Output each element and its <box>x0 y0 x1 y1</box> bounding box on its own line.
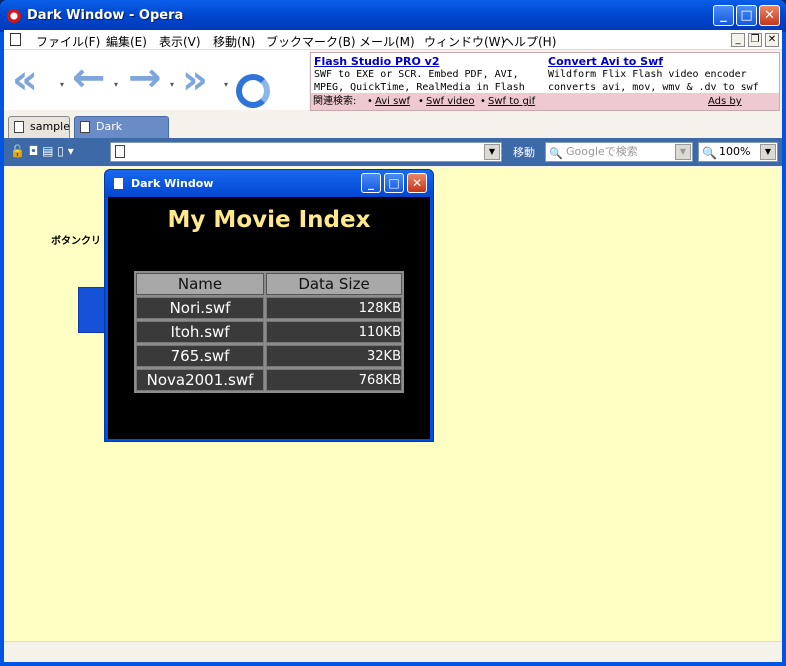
menu-file[interactable]: ファイル(F) <box>36 33 100 50</box>
forward-icon[interactable]: → <box>128 58 162 98</box>
related-search-bar: 関連検索: • Avi swf • Swf video • Swf to gif… <box>311 93 779 124</box>
print-icon[interactable]: ▤ <box>42 144 53 158</box>
document-icon[interactable] <box>10 33 21 46</box>
menu-edit[interactable]: 編集(E) <box>106 33 147 50</box>
column-header-data-size: Data Size <box>266 273 402 295</box>
bullet: • <box>480 96 486 107</box>
camera-icon[interactable]: ◘ <box>29 144 39 158</box>
bullet: • <box>418 96 424 107</box>
window-titlebar[interactable]: Dark Window - Opera _ □ ✕ <box>0 0 786 32</box>
movie-size: 128KB <box>266 297 402 319</box>
address-toolbar-icons: 🔓 ◘ ▤ ▯ ▾ <box>10 144 74 158</box>
popup-minimize-button[interactable]: _ <box>361 173 381 193</box>
tab-sample[interactable]: sample <box>8 116 70 138</box>
ad-flash-studio: Flash Studio PRO v2 SWF to EXE or SCR. E… <box>314 55 542 94</box>
back-dropdown-icon[interactable]: ▾ <box>114 80 118 89</box>
menu-bar: ファイル(F) 編集(E) 表示(V) 移動(N) ブックマーク(B) メール(… <box>4 30 782 50</box>
page-instruction-text: ボタンクリ <box>51 236 101 247</box>
rewind-dropdown-icon[interactable]: ▾ <box>60 80 64 89</box>
movie-name: Nova2001.swf <box>136 369 264 391</box>
related-link-avi-swf[interactable]: Avi swf <box>375 93 410 110</box>
bullet: • <box>367 96 373 107</box>
maximize-button[interactable]: □ <box>736 5 757 26</box>
navigation-toolbar: « ▾ ← ▾ → ▾ » ▾ <box>4 50 309 110</box>
mdi-close-button[interactable]: ✕ <box>765 33 779 47</box>
mdi-minimize-button[interactable]: _ <box>731 33 745 47</box>
page-icon <box>14 121 24 133</box>
minimize-button[interactable]: _ <box>713 5 734 26</box>
mdi-restore-button[interactable]: ❐ <box>748 33 762 47</box>
fast-forward-icon[interactable]: » <box>182 60 208 100</box>
table-header-row: Name Data Size <box>136 273 402 295</box>
dark-window-popup: Dark Window _ □ ✕ My Movie Index Name Da… <box>104 169 434 442</box>
page-icon <box>80 121 90 133</box>
table-row: Itoh.swf 110KB <box>136 321 402 343</box>
menu-bookmarks[interactable]: ブックマーク(B) <box>266 33 356 50</box>
fast-forward-dropdown-icon[interactable]: ▾ <box>224 80 228 89</box>
related-link-swf-to-gif[interactable]: Swf to gif <box>488 93 535 110</box>
opera-logo-icon <box>7 9 21 23</box>
tab-label: sample <box>30 120 70 133</box>
page-icon[interactable]: ▯ <box>57 144 64 158</box>
google-search-field[interactable]: 🔍 Googleで検索 ▼ <box>545 142 693 162</box>
zoom-control[interactable]: 🔍 100% ▼ <box>698 142 778 162</box>
movie-size: 768KB <box>266 369 402 391</box>
movie-name: Itoh.swf <box>136 321 264 343</box>
table-row: Nova2001.swf 768KB <box>136 369 402 391</box>
page-icon <box>114 178 123 189</box>
ad-title-link[interactable]: Convert Avi to Swf <box>548 55 778 68</box>
status-bar <box>4 641 782 662</box>
search-icon: 🔍 <box>549 147 563 160</box>
rewind-icon[interactable]: « <box>12 60 38 100</box>
column-header-name: Name <box>136 273 264 295</box>
address-toolbar: 🔓 ◘ ▤ ▯ ▾ ▼ 移動 🔍 Googleで検索 ▼ 🔍 100% ▼ <box>4 138 782 166</box>
ad-convert-avi: Convert Avi to Swf Wildform Flix Flash v… <box>548 55 778 94</box>
ad-text: SWF to EXE or SCR. Embed PDF, AVI, MPEG,… <box>314 69 525 93</box>
dropdown-icon[interactable]: ▾ <box>68 144 74 158</box>
movie-size: 110KB <box>266 321 402 343</box>
movie-table: Name Data Size Nori.swf 128KB Itoh.swf 1… <box>134 271 404 393</box>
search-dropdown-button[interactable]: ▼ <box>675 144 691 160</box>
google-ads-panel: Flash Studio PRO v2 SWF to EXE or SCR. E… <box>310 52 780 124</box>
table-row: 765.swf 32KB <box>136 345 402 367</box>
movie-name: 765.swf <box>136 345 264 367</box>
menu-navigate[interactable]: 移動(N) <box>213 33 255 50</box>
reload-icon[interactable] <box>236 74 270 108</box>
close-button[interactable]: ✕ <box>759 5 780 26</box>
zoom-icon: 🔍 <box>702 146 717 160</box>
address-field[interactable]: ▼ <box>110 142 502 162</box>
menu-window[interactable]: ウィンドウ(W) <box>424 33 505 50</box>
related-label: 関連検索: <box>313 96 357 107</box>
address-dropdown-button[interactable]: ▼ <box>484 144 500 160</box>
movie-size: 32KB <box>266 345 402 367</box>
forward-dropdown-icon[interactable]: ▾ <box>170 80 174 89</box>
table-row: Nori.swf 128KB <box>136 297 402 319</box>
page-icon <box>115 145 125 158</box>
tab-dark-window[interactable]: Dark Window <box>74 116 169 153</box>
popup-maximize-button[interactable]: □ <box>384 173 404 193</box>
lock-icon[interactable]: 🔓 <box>10 144 25 158</box>
tab-bar: sample Dark Window <box>4 112 782 153</box>
menu-mail[interactable]: メール(M) <box>359 33 415 50</box>
movie-name: Nori.swf <box>136 297 264 319</box>
menu-help[interactable]: ヘルプ(H) <box>502 33 556 50</box>
back-icon[interactable]: ← <box>72 58 106 98</box>
ad-text: Wildform Flix Flash video encoder conver… <box>548 69 759 93</box>
related-link-swf-video[interactable]: Swf video <box>426 93 475 110</box>
ad-title-link[interactable]: Flash Studio PRO v2 <box>314 55 542 68</box>
window-title: Dark Window - Opera <box>27 8 184 23</box>
popup-titlebar[interactable]: Dark Window _ □ ✕ <box>105 170 433 197</box>
popup-title: Dark Window <box>131 177 214 190</box>
zoom-dropdown-button[interactable]: ▼ <box>760 144 776 160</box>
search-placeholder: Googleで検索 <box>566 145 638 158</box>
zoom-value: 100% <box>719 145 751 158</box>
menu-view[interactable]: 表示(V) <box>159 33 201 50</box>
popup-close-button[interactable]: ✕ <box>407 173 427 193</box>
movie-index-heading: My Movie Index <box>167 207 371 233</box>
popup-body: My Movie Index Name Data Size Nori.swf 1… <box>108 197 430 439</box>
go-button[interactable]: 移動 <box>513 144 535 160</box>
